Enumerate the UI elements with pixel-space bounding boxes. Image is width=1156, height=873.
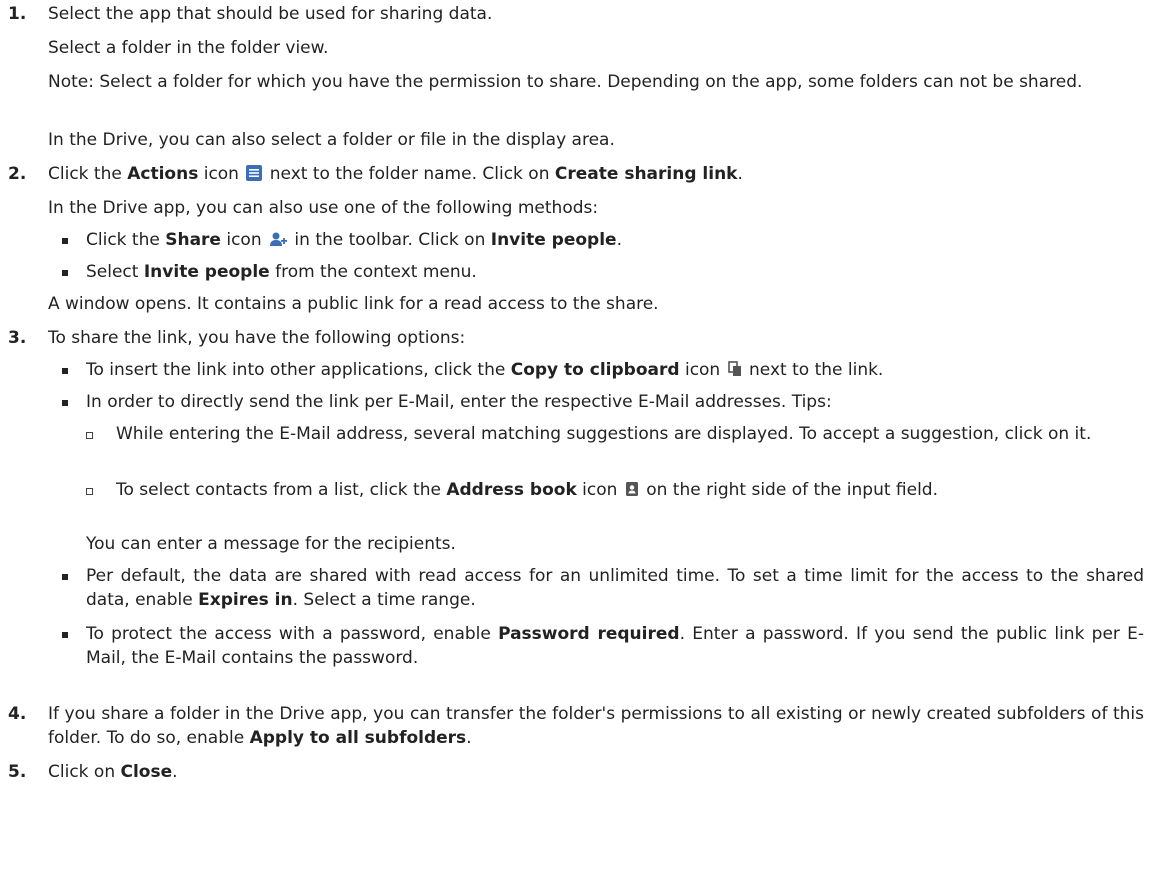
step-5-number: 5.	[8, 762, 27, 782]
step-3-bullet-2: In order to directly send the link per E…	[86, 392, 832, 412]
add-user-icon	[269, 230, 288, 254]
step-1-para-3: In the Drive, you can also select a fold…	[48, 130, 615, 150]
step-5-text: Click on Close.	[48, 762, 178, 782]
bullet	[62, 270, 68, 276]
list-icon	[246, 164, 263, 188]
step-1-para-1: Select a folder in the folder view.	[48, 38, 329, 58]
bullet	[62, 632, 68, 638]
step-2-para-1: In the Drive app, you can also use one o…	[48, 198, 599, 218]
sub-bullet	[86, 488, 93, 495]
step-3-number: 3.	[8, 328, 27, 348]
step-2-number: 2.	[8, 164, 27, 184]
step-4-number: 4.	[8, 704, 27, 724]
step-3-bullet-2-tail: You can enter a message for the recipien…	[86, 534, 456, 554]
bullet	[62, 574, 68, 580]
address-book-icon	[625, 480, 639, 504]
step-2-text: Click the Actions icon next to the folde…	[48, 162, 743, 188]
instructions-document: 1. Select the app that should be used fo…	[0, 0, 1156, 873]
bullet	[62, 368, 68, 374]
step-1-number: 1.	[8, 4, 27, 24]
step-4-text: If you share a folder in the Drive app, …	[48, 704, 1144, 748]
step-2-bullet-1: Click the Share icon in the toolbar. Cli…	[86, 228, 622, 254]
step-3-sub-2: To select contacts from a list, click th…	[116, 478, 1144, 504]
step-3-sub-1: While entering the E-Mail address, sever…	[116, 424, 1092, 444]
step-3-text: To share the link, you have the followin…	[48, 328, 466, 348]
step-3-bullet-3: Per default, the data are shared with re…	[86, 566, 1144, 610]
step-2-para-2: A window opens. It contains a public lin…	[48, 294, 659, 314]
bullet	[62, 400, 68, 406]
bullet	[62, 238, 68, 244]
sub-bullet	[86, 432, 93, 439]
copy-icon	[727, 360, 742, 384]
step-1-text: Select the app that should be used for s…	[48, 4, 493, 24]
step-3-bullet-1: To insert the link into other applicatio…	[86, 358, 883, 384]
step-3-bullet-4: To protect the access with a password, e…	[86, 624, 1144, 668]
step-1-note: Note: Select a folder for which you have…	[48, 72, 1083, 92]
step-2-bullet-2: Select Invite people from the context me…	[86, 262, 477, 282]
